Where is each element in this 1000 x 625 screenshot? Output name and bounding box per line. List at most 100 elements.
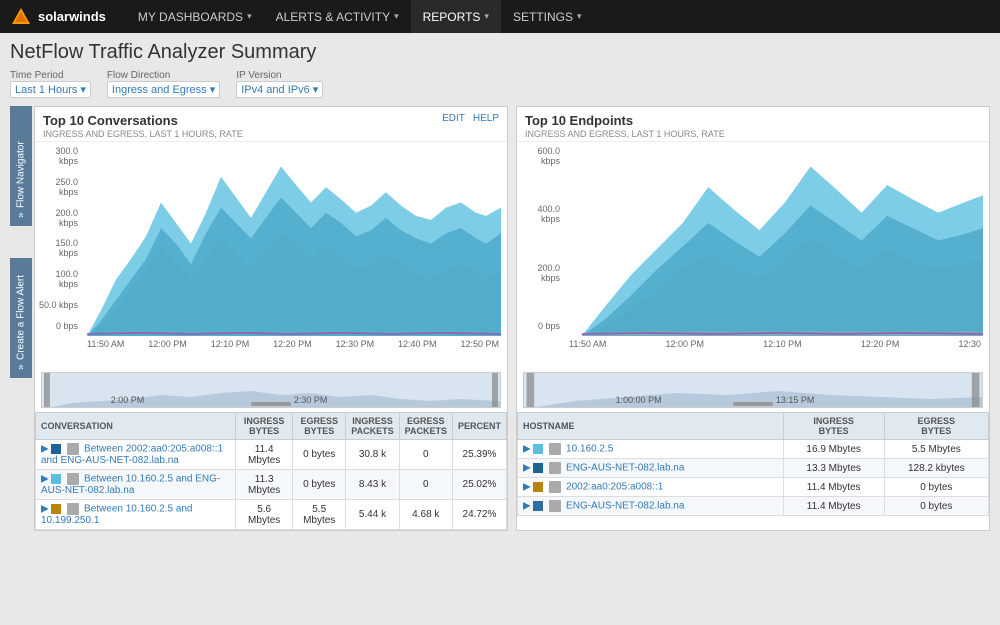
col-percent: PERCENT: [452, 413, 506, 440]
expand-button[interactable]: ▶: [41, 474, 49, 485]
table-row: ▶ ENG-AUS-NET-082.lab.na 13.3 Mbytes 128…: [518, 459, 989, 478]
nav-item-alerts[interactable]: ALERTS & ACTIVITY ▾: [264, 0, 411, 33]
row-icon: [67, 473, 79, 485]
time-period-select[interactable]: Last 1 Hours ▾: [10, 81, 91, 98]
ingress-packets-cell: 5.44 k: [346, 500, 399, 530]
egress-packets-cell: 0: [399, 440, 452, 470]
table-row: ▶ Between 2002:aa0:205:a008::1 and ENG-A…: [36, 440, 507, 470]
row-icon: [67, 503, 79, 515]
row-icon: [549, 500, 561, 512]
col-ingress-bytes: INGRESSBYTES: [783, 413, 884, 440]
endpoints-chart: 600.0 kbps 400.0 kbps 200.0 kbps 0 bps: [517, 142, 989, 372]
main-content: NetFlow Traffic Analyzer Summary Time Pe…: [0, 33, 1000, 535]
hostname-link[interactable]: 10.160.2.5: [566, 444, 613, 455]
col-conversation: CONVERSATION: [36, 413, 236, 440]
ingress-bytes-cell: 16.9 Mbytes: [783, 440, 884, 459]
hostname-link[interactable]: 2002:aa0:205:a008::1: [566, 482, 663, 493]
conversations-panel-header: Top 10 Conversations INGRESS AND EGRESS,…: [35, 107, 507, 142]
edit-button[interactable]: EDIT: [442, 113, 465, 124]
chevron-down-icon: ▾: [80, 83, 86, 96]
table-row: ▶ ENG-AUS-NET-082.lab.na 11.4 Mbytes 0 b…: [518, 497, 989, 516]
color-swatch: [533, 444, 543, 454]
egress-bytes-cell: 0 bytes: [293, 470, 346, 500]
ip-version-filter: IP Version IPv4 and IPv6 ▾: [236, 70, 323, 98]
ip-version-label: IP Version: [236, 70, 323, 81]
expand-button[interactable]: ▶: [523, 463, 531, 474]
conversations-panel: Top 10 Conversations INGRESS AND EGRESS,…: [34, 106, 508, 531]
y-axis-labels: 600.0 kbps 400.0 kbps 200.0 kbps 0 bps: [517, 146, 563, 331]
conversations-subtitle: INGRESS AND EGRESS, LAST 1 HOURS, RATE: [43, 129, 243, 139]
panels-container: Top 10 Conversations INGRESS AND EGRESS,…: [34, 106, 990, 531]
create-flow-alert-tab[interactable]: » Create a Flow Alert: [10, 258, 32, 378]
logo: solarwinds: [10, 6, 106, 28]
expand-button[interactable]: ▶: [523, 501, 531, 512]
row-icon: [67, 443, 79, 455]
hostname-link[interactable]: ENG-AUS-NET-082.lab.na: [566, 501, 684, 512]
egress-bytes-cell: 5.5 Mbytes: [884, 440, 988, 459]
conversation-link[interactable]: Between 10.160.2.5 and 10.199.250.1: [41, 504, 192, 526]
egress-packets-cell: 4.68 k: [399, 500, 452, 530]
nav-item-reports[interactable]: REPORTS ▾: [411, 0, 501, 33]
chevron-down-icon: ▾: [484, 11, 489, 22]
nav-item-settings[interactable]: SETTINGS ▾: [501, 0, 594, 33]
help-button[interactable]: HELP: [473, 113, 499, 124]
time-period-filter: Time Period Last 1 Hours ▾: [10, 70, 91, 98]
expand-button[interactable]: ▶: [523, 444, 531, 455]
egress-bytes-cell: 128.2 kbytes: [884, 459, 988, 478]
ip-version-select[interactable]: IPv4 and IPv6 ▾: [236, 81, 323, 98]
color-swatch: [533, 482, 543, 492]
col-ingress-bytes: INGRESSBYTES: [236, 413, 293, 440]
ingress-bytes-cell: 11.4 Mbytes: [783, 497, 884, 516]
row-icon: [549, 462, 561, 474]
endpoints-table: HOSTNAME INGRESSBYTES EGRESSBYTES ▶ 10.1…: [517, 412, 989, 516]
ingress-bytes-cell: 11.4 Mbytes: [783, 478, 884, 497]
conversations-minimap[interactable]: 2:00 PM 2:30 PM: [41, 372, 501, 408]
col-egress-bytes: EGRESSBYTES: [293, 413, 346, 440]
x-axis-labels: 11:50 AM 12:00 PM 12:10 PM 12:20 PM 12:3…: [523, 339, 983, 349]
conversations-title: Top 10 Conversations: [43, 113, 243, 128]
row-icon: [549, 481, 561, 493]
time-period-label: Time Period: [10, 70, 91, 81]
egress-bytes-cell: 5.5 Mbytes: [293, 500, 346, 530]
percent-cell: 25.02%: [452, 470, 506, 500]
chevron-icon: »: [16, 212, 27, 218]
table-row: ▶ 2002:aa0:205:a008::1 11.4 Mbytes 0 byt…: [518, 478, 989, 497]
row-icon: [549, 443, 561, 455]
expand-button[interactable]: ▶: [41, 504, 49, 515]
expand-button[interactable]: ▶: [41, 444, 49, 455]
expand-button[interactable]: ▶: [523, 482, 531, 493]
col-egress-bytes: EGRESSBYTES: [884, 413, 988, 440]
nav-menu: MY DASHBOARDS ▾ ALERTS & ACTIVITY ▾ REPO…: [126, 0, 594, 33]
percent-cell: 24.72%: [452, 500, 506, 530]
color-swatch: [533, 501, 543, 511]
color-swatch: [51, 474, 61, 484]
side-tabs: » Flow Navigator » Create a Flow Alert: [10, 106, 32, 531]
egress-packets-cell: 0: [399, 470, 452, 500]
flow-navigator-tab[interactable]: » Flow Navigator: [10, 106, 32, 226]
ingress-bytes-cell: 13.3 Mbytes: [783, 459, 884, 478]
conversations-chart: 300.0 kbps 250.0 kbps 200.0 kbps 150.0 k…: [35, 142, 507, 372]
percent-cell: 25.39%: [452, 440, 506, 470]
dashboard: » Flow Navigator » Create a Flow Alert T…: [10, 106, 990, 531]
chevron-down-icon: ▾: [210, 83, 216, 96]
egress-bytes-cell: 0 bytes: [884, 497, 988, 516]
ingress-packets-cell: 8.43 k: [346, 470, 399, 500]
flow-direction-select[interactable]: Ingress and Egress ▾: [107, 81, 220, 98]
ingress-bytes-cell: 11.4 Mbytes: [236, 440, 293, 470]
ingress-bytes-cell: 11.3 Mbytes: [236, 470, 293, 500]
hostname-link[interactable]: ENG-AUS-NET-082.lab.na: [566, 463, 684, 474]
ingress-packets-cell: 30.8 k: [346, 440, 399, 470]
nav-item-dashboards[interactable]: MY DASHBOARDS ▾: [126, 0, 264, 33]
y-axis-labels: 300.0 kbps 250.0 kbps 200.0 kbps 150.0 k…: [35, 146, 81, 331]
endpoints-subtitle: INGRESS AND EGRESS, LAST 1 HOURS, RATE: [525, 129, 725, 139]
filter-bar: Time Period Last 1 Hours ▾ Flow Directio…: [10, 70, 990, 98]
page-title: NetFlow Traffic Analyzer Summary: [10, 41, 990, 64]
table-row: ▶ Between 10.160.2.5 and ENG-AUS-NET-082…: [36, 470, 507, 500]
col-egress-packets: EGRESSPACKETS: [399, 413, 452, 440]
table-row: ▶ Between 10.160.2.5 and 10.199.250.1 5.…: [36, 500, 507, 530]
endpoints-minimap[interactable]: 1:00:00 PM 13:15 PM: [523, 372, 983, 408]
col-hostname: HOSTNAME: [518, 413, 784, 440]
ingress-bytes-cell: 5.6 Mbytes: [236, 500, 293, 530]
conversations-chart-svg: [41, 146, 501, 336]
flow-direction-label: Flow Direction: [107, 70, 220, 81]
